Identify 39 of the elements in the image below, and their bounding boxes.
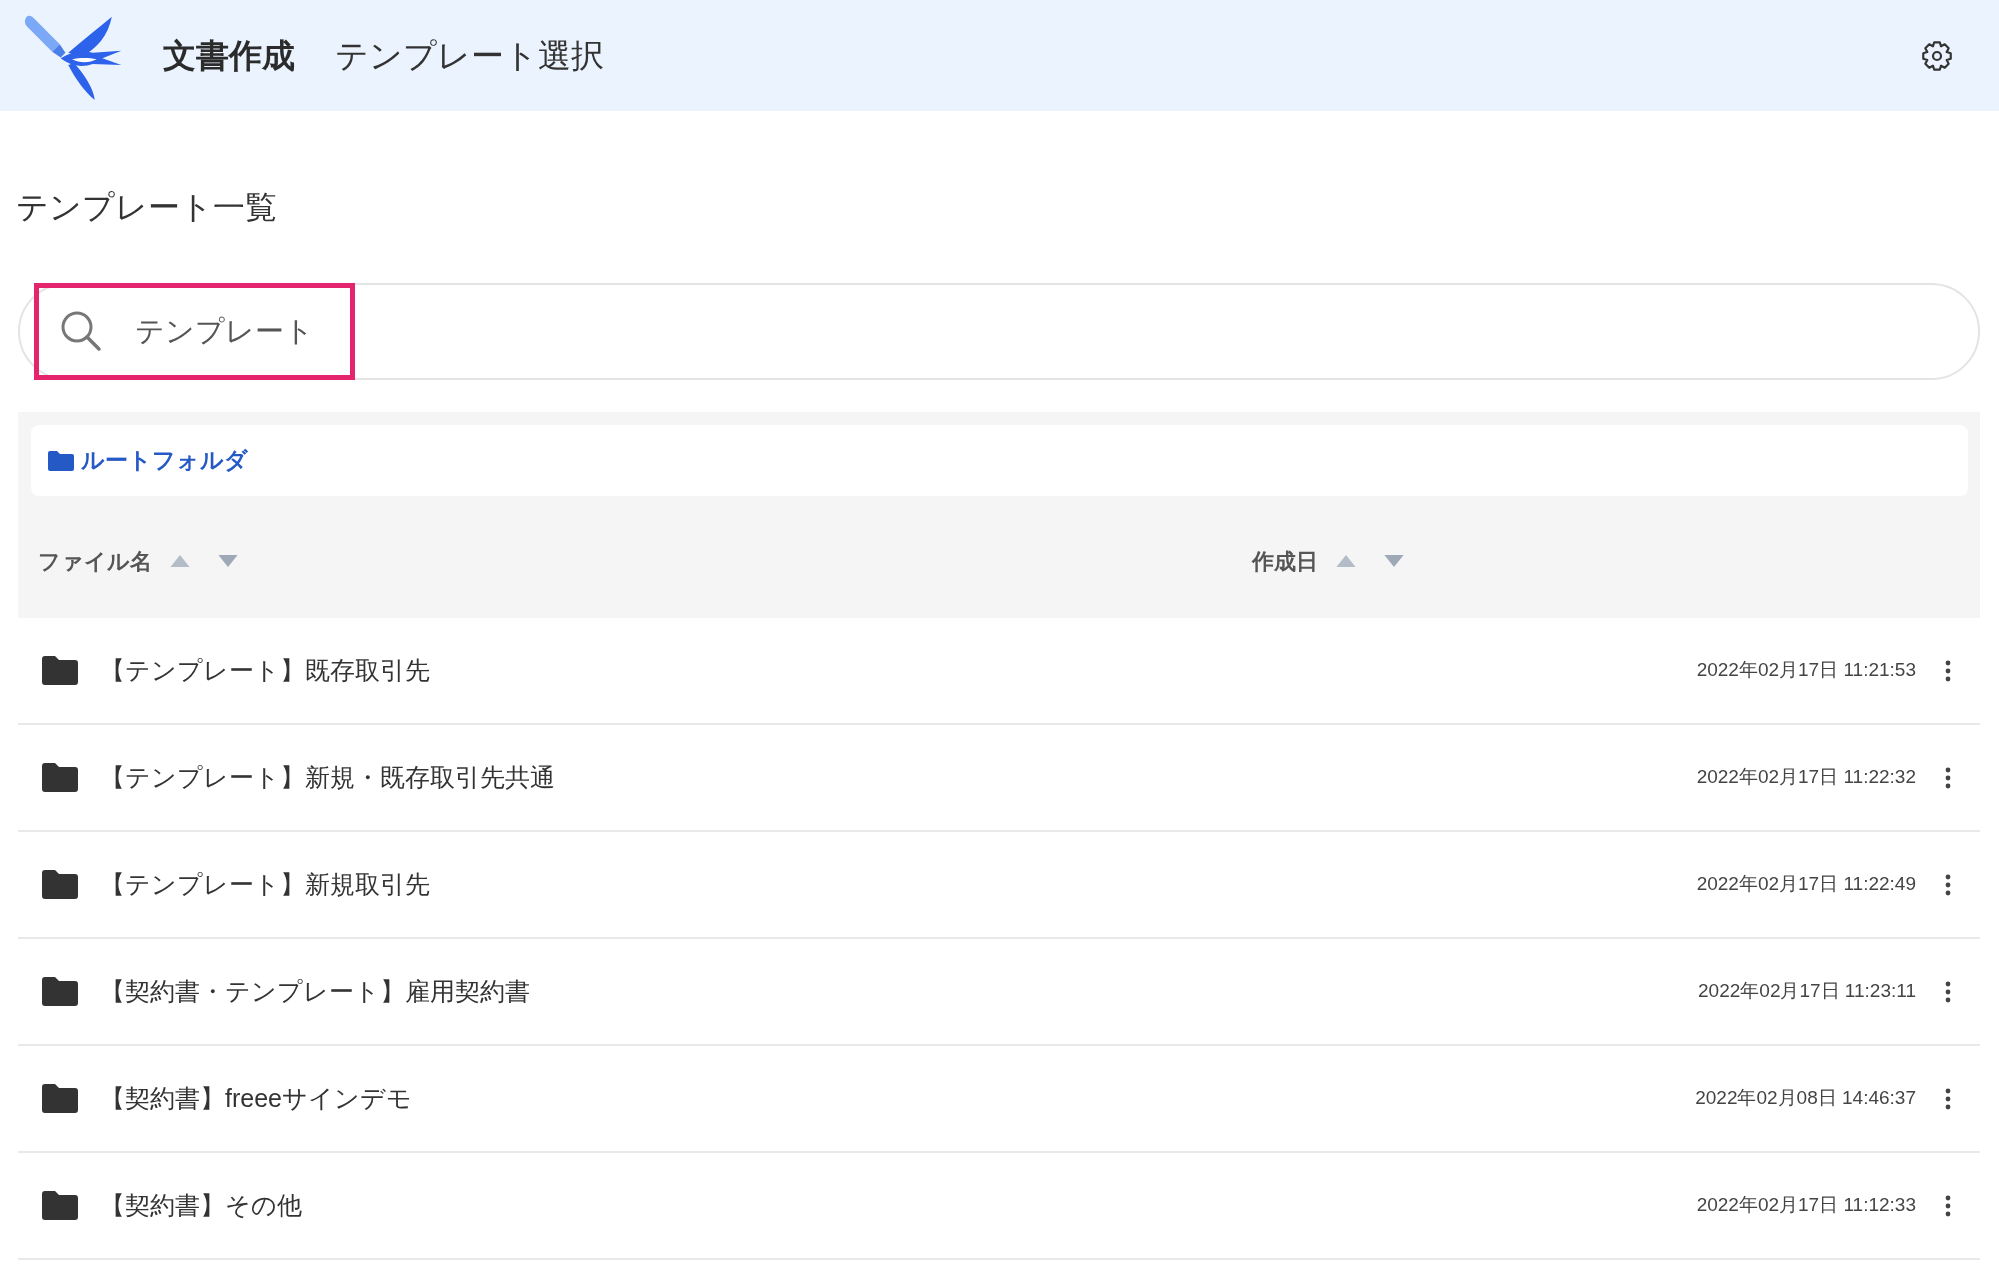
page-heading: テンプレート選択 bbox=[335, 35, 604, 76]
settings-icon bbox=[1921, 39, 1953, 72]
created-date: 2022年02月17日 11:22:49 bbox=[1696, 872, 1916, 897]
folder-name-link[interactable]: 【テンプレート】新規・既存取引先共通 bbox=[100, 758, 555, 797]
folder-name-link[interactable]: 【契約書】その他 bbox=[100, 1186, 302, 1225]
triangle-down-icon bbox=[218, 555, 238, 567]
folder-icon bbox=[48, 450, 74, 471]
folder-icon bbox=[42, 977, 78, 1006]
created-date: 2022年02月17日 11:22:32 bbox=[1696, 765, 1916, 790]
column-header: 作成日 bbox=[1252, 547, 1318, 576]
created-date: 2022年02月08日 14:46:37 bbox=[1695, 1086, 1916, 1111]
more-options-icon bbox=[1945, 1087, 1951, 1110]
more-options-icon bbox=[1945, 980, 1951, 1003]
more-options-icon bbox=[1945, 766, 1951, 789]
folder-name-link[interactable]: 【テンプレート】新規取引先 bbox=[100, 865, 430, 904]
search-field[interactable]: テンプレート bbox=[18, 283, 1980, 380]
search-icon bbox=[60, 310, 102, 352]
section-title: テンプレート一覧 bbox=[16, 188, 278, 227]
created-date: 2022年02月17日 11:23:11 bbox=[1698, 979, 1916, 1004]
root-folder-link[interactable]: ルートフォルダ bbox=[48, 443, 248, 478]
more-options-icon bbox=[1945, 659, 1951, 682]
more-options-icon bbox=[1945, 873, 1951, 896]
folder-icon bbox=[42, 763, 78, 792]
folder-name-link[interactable]: 【テンプレート】既存取引先 bbox=[100, 651, 430, 690]
app-title: 文書作成 bbox=[163, 35, 295, 76]
folder-icon bbox=[42, 1084, 78, 1113]
folder-name-link[interactable]: 【契約書・テンプレート】雇用契約書 bbox=[100, 972, 530, 1011]
triangle-up-icon bbox=[170, 555, 190, 567]
created-date: 2022年02月17日 11:21:53 bbox=[1696, 658, 1916, 683]
settings-button[interactable] bbox=[1921, 39, 1953, 72]
folder-name-link[interactable]: 【契約書】freeeサインデモ bbox=[100, 1079, 412, 1118]
triangle-up-icon bbox=[1336, 555, 1356, 567]
column-header: ファイル名 bbox=[38, 547, 152, 576]
triangle-down-icon bbox=[1384, 555, 1404, 567]
folder-icon bbox=[42, 656, 78, 685]
folder-icon bbox=[42, 1191, 78, 1220]
more-options-icon bbox=[1945, 1194, 1951, 1217]
folder-icon bbox=[42, 870, 78, 899]
created-date: 2022年02月17日 11:12:33 bbox=[1696, 1193, 1916, 1218]
